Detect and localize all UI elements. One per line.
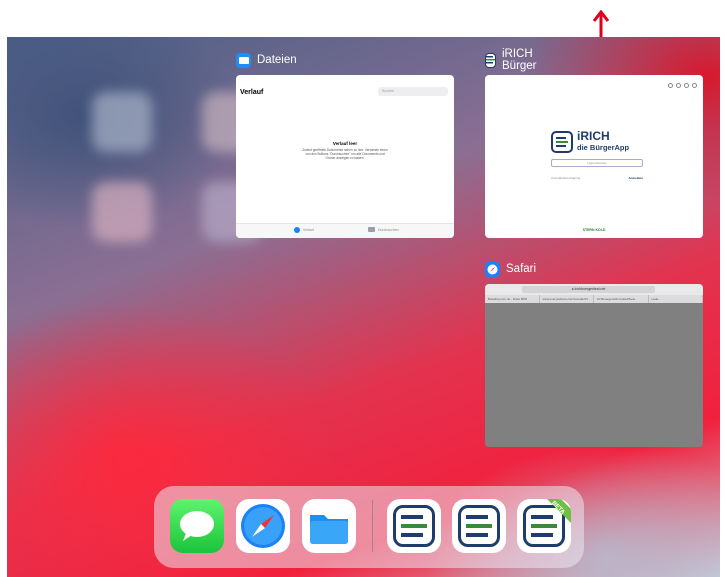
safari-tab-strip: Burialing.com.de - Enter BPR www.everysw… (485, 295, 703, 303)
irich-icon[interactable] (452, 499, 506, 553)
files-card-header: Dateien (236, 51, 297, 69)
irich-card-title: iRICH Bürger (502, 48, 537, 72)
safari-url-bar[interactable]: ● irichbuergeritest.net (522, 286, 655, 293)
irich-row-label: Anmeldeberechtigung (551, 176, 581, 180)
safari-tab[interactable]: irichbuergersit/b-bottle/Plane (594, 295, 649, 303)
toolbar-icon[interactable] (684, 83, 689, 88)
safari-icon[interactable] (236, 499, 290, 553)
safari-toolbar: ● irichbuergeritest.net (485, 284, 703, 295)
folder-icon (368, 227, 375, 232)
safari-card-title: Safari (506, 263, 537, 275)
tab-durchsuchen-label: Durchsuchen (378, 227, 399, 232)
dock-divider (372, 500, 373, 552)
irich-window-preview[interactable]: iRICH die BürgerApp Login-Nummer Anmelde… (485, 75, 703, 238)
safari-tab[interactable]: Burialing.com.de - Enter BPR (485, 295, 540, 303)
safari-page-content (485, 303, 703, 447)
irich-login-button[interactable]: Anmelden (628, 176, 643, 180)
irich-footer-logo: STERN KOLD (582, 228, 606, 232)
irich-toolbar-icons (668, 83, 697, 88)
irich-login-row: Anmeldeberechtigung Anmelden (551, 176, 643, 180)
blurred-app-icon (92, 182, 152, 242)
files-empty-title: Verlauf leer (332, 141, 358, 146)
irich-brand-subtitle: die BürgerApp (577, 143, 630, 152)
files-tab-bar: Verlauf Durchsuchen (236, 223, 454, 238)
safari-card-header: Safari (485, 260, 536, 278)
irich-app-icon (485, 52, 496, 68)
files-page-title: Verlauf (240, 89, 264, 96)
irich-logo-icon (551, 131, 573, 153)
files-icon[interactable] (302, 499, 356, 553)
tab-verlauf-label: Verlauf (303, 228, 314, 232)
irich-beta-icon[interactable]: BETA (517, 499, 571, 553)
messages-icon[interactable] (170, 499, 224, 553)
files-search-input[interactable]: Suchen (378, 87, 448, 96)
toolbar-icon[interactable] (692, 83, 697, 88)
irich-icon[interactable] (387, 499, 441, 553)
toolbar-icon[interactable] (676, 83, 681, 88)
files-app-icon (236, 52, 251, 68)
irich-login-field[interactable]: Login-Nummer (551, 159, 643, 167)
blurred-app-icon (92, 92, 152, 152)
safari-tab[interactable]: www.everyswhere.com/b-bottle/Pl... (540, 295, 594, 303)
irich-logo: iRICH die BürgerApp (551, 129, 630, 153)
safari-window-preview[interactable]: ● irichbuergeritest.net Burialing.com.de… (485, 284, 703, 447)
tab-durchsuchen[interactable]: Durchsuchen (368, 227, 399, 232)
dock: BETA (154, 486, 584, 568)
tab-verlauf[interactable]: Verlauf (294, 227, 314, 233)
irich-brand-name: iRICH (577, 129, 610, 143)
safari-app-icon (485, 261, 500, 277)
files-window-preview[interactable]: Verlauf Suchen Verlauf leer Zuletzt geöf… (236, 75, 454, 238)
irich-card-header: iRICH Bürger (485, 48, 541, 72)
toolbar-icon[interactable] (668, 83, 673, 88)
files-empty-text: Zuletzt geöffnete Dokumente sehen zu hie… (302, 148, 388, 161)
safari-tab[interactable]: Lade... (649, 295, 703, 303)
irich-brand: iRICH die BürgerApp (577, 129, 630, 153)
clock-icon (294, 227, 300, 233)
files-card-title: Dateien (257, 54, 297, 66)
